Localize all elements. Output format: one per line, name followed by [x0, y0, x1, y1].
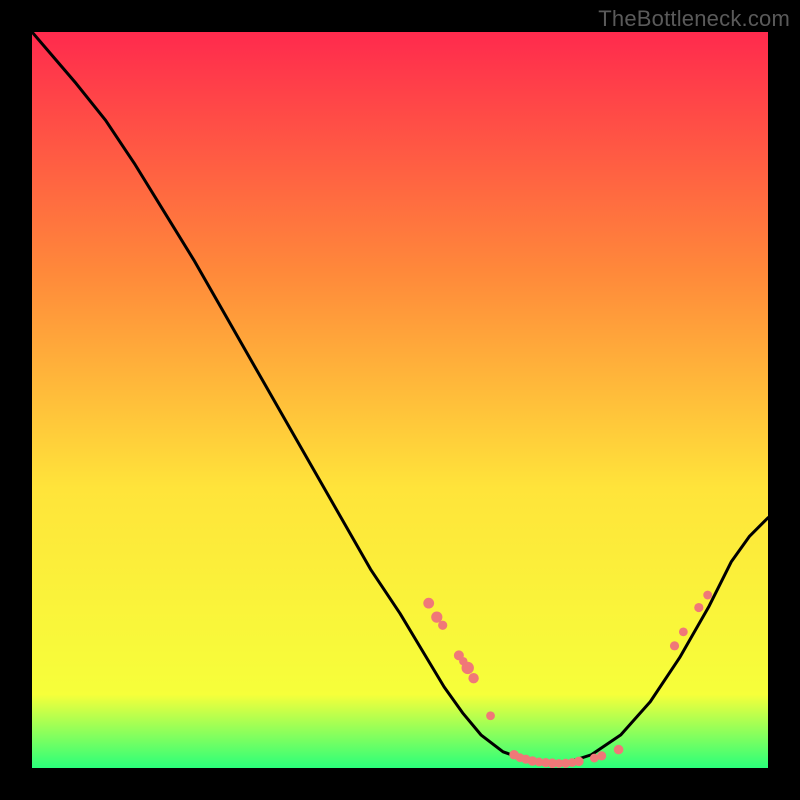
- data-marker: [423, 598, 434, 609]
- data-marker: [614, 745, 624, 755]
- data-marker: [597, 751, 606, 760]
- data-marker: [431, 612, 442, 623]
- data-marker: [574, 757, 584, 767]
- data-marker: [703, 591, 712, 600]
- chart-plot-area: [32, 32, 768, 768]
- data-marker: [468, 673, 478, 683]
- chart-svg: [32, 32, 768, 768]
- data-marker: [486, 711, 495, 720]
- watermark-text: TheBottleneck.com: [598, 6, 790, 32]
- data-marker: [694, 603, 703, 612]
- data-marker: [462, 662, 474, 674]
- data-marker: [679, 627, 688, 636]
- data-marker: [670, 641, 679, 650]
- chart-background: [32, 32, 768, 768]
- data-marker: [438, 621, 447, 630]
